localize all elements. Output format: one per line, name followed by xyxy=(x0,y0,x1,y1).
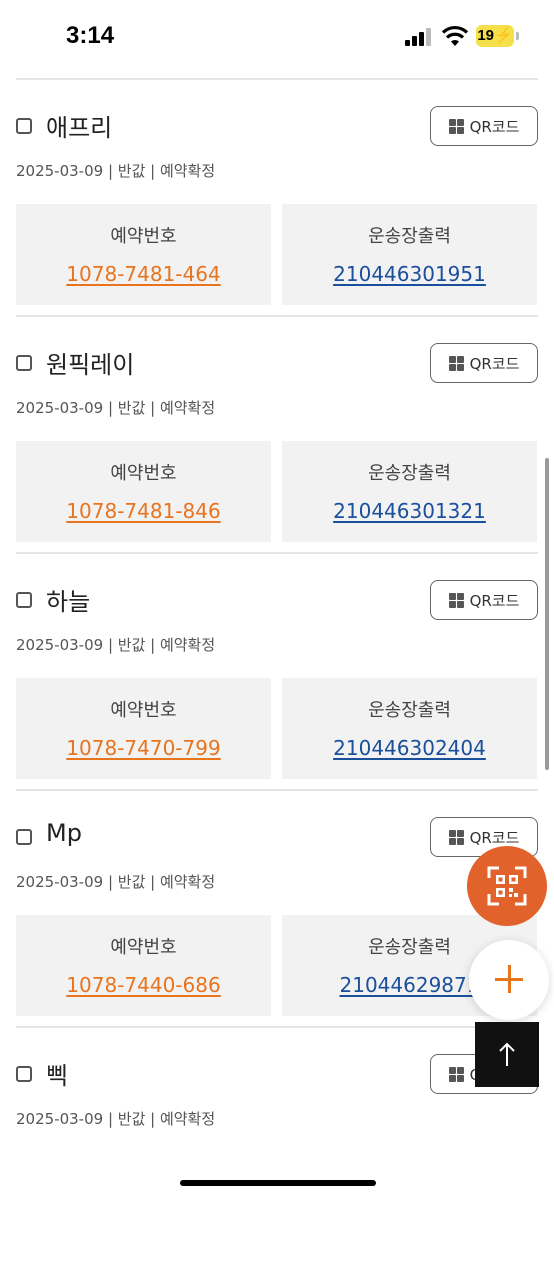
reservation-label: 예약번호 xyxy=(110,700,177,721)
reservation-number-box: 예약번호 1078-7440-686 xyxy=(16,915,271,1016)
tracking-number-link[interactable]: 210446301951 xyxy=(282,262,537,286)
reservation-label: 예약번호 xyxy=(110,463,177,484)
arrow-up-icon xyxy=(499,1042,515,1066)
reservation-card: 삑 QR코드 2025-03-09 | 반값 | 예약확정 xyxy=(16,1028,538,1263)
qr-code-button[interactable]: QR코드 xyxy=(430,106,538,146)
wifi-icon xyxy=(442,25,468,46)
home-indicator xyxy=(180,1180,376,1186)
reservation-number-link[interactable]: 1078-7470-799 xyxy=(16,736,271,760)
tracking-number-link[interactable]: 210446301321 xyxy=(282,499,537,523)
battery-level: 19 xyxy=(477,27,494,44)
cellular-signal-icon xyxy=(405,28,433,46)
grid-icon xyxy=(448,592,464,608)
status-time: 3:14 xyxy=(66,22,115,49)
battery-nub xyxy=(516,32,519,40)
store-name: 원픽레이 xyxy=(46,351,135,379)
reservation-number-box: 예약번호 1078-7470-799 xyxy=(16,678,271,779)
card-header: Mp QR코드 xyxy=(16,817,538,857)
store-name: Mp xyxy=(46,819,82,847)
reservation-number-link[interactable]: 1078-7481-464 xyxy=(16,262,271,286)
grid-icon xyxy=(448,355,464,371)
card-meta: 2025-03-09 | 반값 | 예약확정 xyxy=(16,162,216,180)
store-name: 하늘 xyxy=(46,588,91,616)
scrollbar[interactable] xyxy=(545,458,549,770)
select-checkbox[interactable] xyxy=(16,829,32,845)
select-checkbox[interactable] xyxy=(16,118,32,134)
card-header: 삑 QR코드 xyxy=(16,1054,538,1094)
store-name: 애프리 xyxy=(46,114,113,142)
qr-code-button[interactable]: QR코드 xyxy=(430,343,538,383)
card-meta: 2025-03-09 | 반값 | 예약확정 xyxy=(16,1110,216,1128)
reservation-label: 예약번호 xyxy=(110,226,177,247)
select-checkbox[interactable] xyxy=(16,1066,32,1082)
card-header: 원픽레이 QR코드 xyxy=(16,343,538,383)
grid-icon xyxy=(448,1066,464,1082)
scroll-to-top-button[interactable] xyxy=(475,1022,539,1087)
reservation-number-link[interactable]: 1078-7440-686 xyxy=(16,973,271,997)
qr-code-label: QR코드 xyxy=(469,354,520,373)
reservation-card: Mp QR코드 2025-03-09 | 반값 | 예약확정 예약번호 1078… xyxy=(16,791,538,1026)
grid-icon xyxy=(448,118,464,134)
shipping-label: 운송장출력 xyxy=(368,700,451,721)
reservation-number-link[interactable]: 1078-7481-846 xyxy=(16,499,271,523)
select-checkbox[interactable] xyxy=(16,592,32,608)
store-name: 삑 xyxy=(46,1062,69,1090)
reservation-label: 예약번호 xyxy=(110,937,177,958)
qr-code-button[interactable]: QR코드 xyxy=(430,580,538,620)
qr-code-label: QR코드 xyxy=(469,591,520,610)
card-meta: 2025-03-09 | 반값 | 예약확정 xyxy=(16,399,216,417)
qr-code-label: QR코드 xyxy=(469,828,520,847)
battery-icon: 19⚡ xyxy=(476,25,514,47)
shipping-label-box: 운송장출력 210446301321 xyxy=(282,441,537,542)
card-meta: 2025-03-09 | 반값 | 예약확정 xyxy=(16,636,216,654)
reservation-number-box: 예약번호 1078-7481-464 xyxy=(16,204,271,305)
reservation-number-box: 예약번호 1078-7481-846 xyxy=(16,441,271,542)
reservation-card: 애프리 QR코드 2025-03-09 | 반값 | 예약확정 예약번호 107… xyxy=(16,80,538,315)
reservation-list: 애프리 QR코드 2025-03-09 | 반값 | 예약확정 예약번호 107… xyxy=(16,78,538,1263)
qr-scan-icon xyxy=(487,866,527,906)
qr-code-label: QR코드 xyxy=(469,117,520,136)
shipping-label: 운송장출력 xyxy=(368,463,451,484)
card-meta: 2025-03-09 | 반값 | 예약확정 xyxy=(16,873,216,891)
reservation-card: 하늘 QR코드 2025-03-09 | 반값 | 예약확정 예약번호 1078… xyxy=(16,554,538,789)
shipping-label-box: 운송장출력 210446302404 xyxy=(282,678,537,779)
reservation-card: 원픽레이 QR코드 2025-03-09 | 반값 | 예약확정 예약번호 10… xyxy=(16,317,538,552)
shipping-label: 운송장출력 xyxy=(368,226,451,247)
tracking-number-link[interactable]: 210446302404 xyxy=(282,736,537,760)
shipping-label-box: 운송장출력 210446301951 xyxy=(282,204,537,305)
select-checkbox[interactable] xyxy=(16,355,32,371)
grid-icon xyxy=(448,829,464,845)
card-header: 애프리 QR코드 xyxy=(16,106,538,146)
add-button[interactable] xyxy=(469,940,549,1020)
qr-scan-button[interactable] xyxy=(467,846,547,926)
card-header: 하늘 QR코드 xyxy=(16,580,538,620)
status-bar: 3:14 19⚡ xyxy=(0,0,554,76)
